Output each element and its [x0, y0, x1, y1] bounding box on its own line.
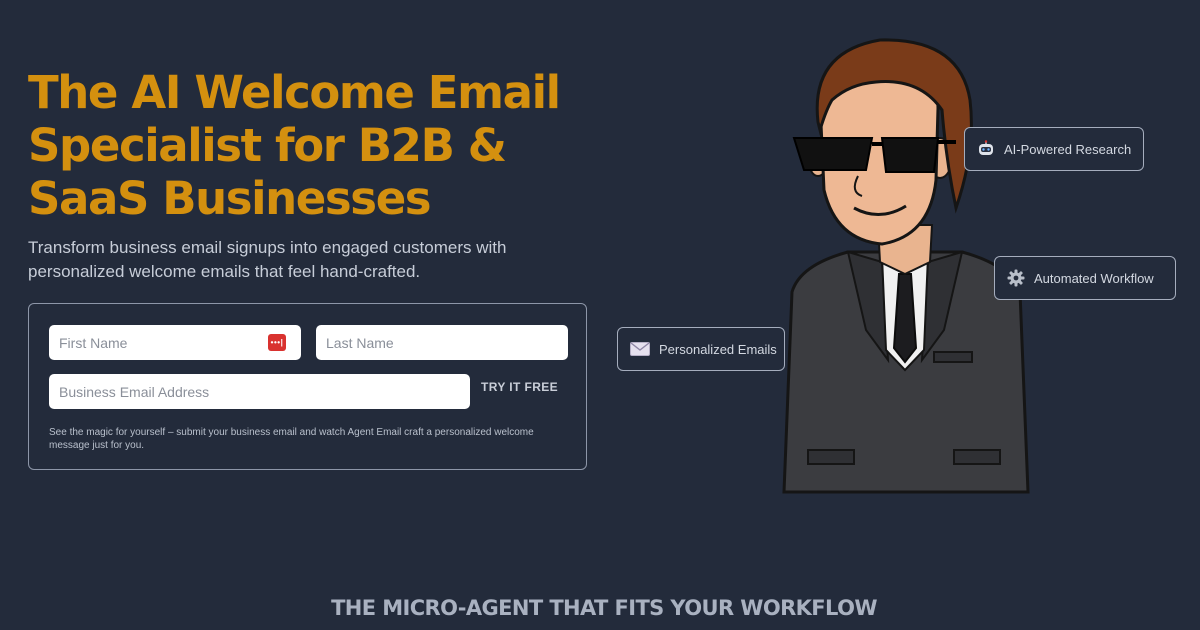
gear-icon	[1007, 269, 1025, 287]
feature-badge-personalized-emails: Personalized Emails	[617, 327, 785, 371]
hero-subtitle: Transform business email signups into en…	[28, 238, 507, 281]
feature-label: Personalized Emails	[659, 341, 777, 357]
business-email-input[interactable]	[49, 374, 470, 409]
first-name-input[interactable]	[49, 325, 301, 360]
feature-label: Automated Workflow	[1034, 270, 1154, 286]
envelope-icon	[630, 342, 650, 356]
section-title: THE MICRO-AGENT THAT FITS YOUR WORKFLOW	[331, 596, 877, 620]
try-it-free-button[interactable]: TRY IT FREE	[481, 380, 558, 394]
feature-badge-ai-research: AI-Powered Research	[964, 127, 1144, 171]
feature-label: AI-Powered Research	[1004, 141, 1132, 157]
hero-headline: The AI Welcome Email Specialist for B2B …	[28, 66, 561, 225]
signup-form: •••| TRY IT FREE See the magic for yours…	[28, 303, 587, 470]
form-note: See the magic for yourself – submit your…	[49, 427, 534, 451]
feature-badge-automated-workflow: Automated Workflow	[994, 256, 1176, 300]
last-name-input[interactable]	[316, 325, 568, 360]
robot-icon	[977, 140, 995, 158]
password-manager-icon[interactable]: •••|	[268, 334, 286, 351]
